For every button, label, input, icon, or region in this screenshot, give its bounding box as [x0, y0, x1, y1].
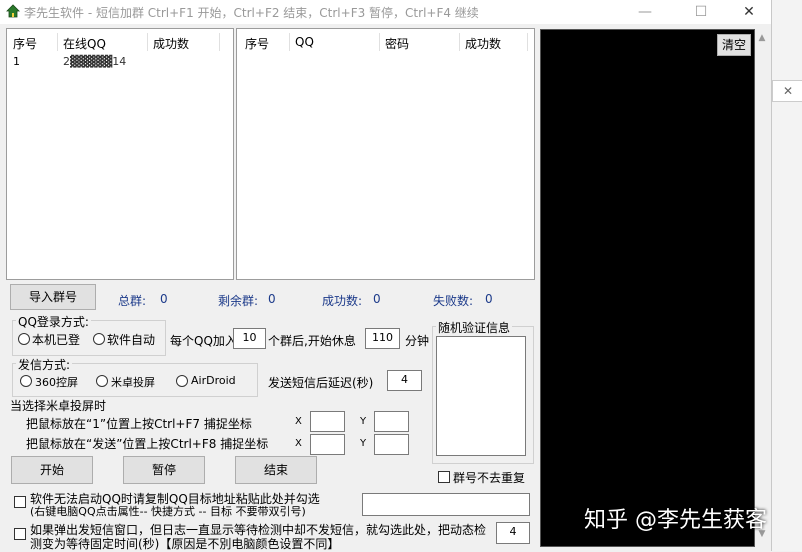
column-header[interactable]: 在线QQ — [63, 35, 106, 52]
app-window: 李先生软件 - 短信加群 Ctrl+F1 开始，Ctrl+F2 结束，Ctrl+… — [0, 0, 772, 551]
minimize-button[interactable]: — — [630, 2, 660, 22]
success-count-value: 0 — [373, 292, 381, 306]
column-divider — [57, 33, 58, 51]
delay-input[interactable]: 4 — [387, 370, 422, 391]
qq-path-input[interactable] — [362, 493, 530, 516]
column-header[interactable]: 密码 — [385, 35, 409, 52]
column-header[interactable]: 序号 — [245, 35, 269, 52]
x1-input[interactable] — [310, 411, 345, 432]
scrollbar[interactable]: ▲ ▼ — [755, 29, 769, 545]
total-groups-label: 总群: — [118, 294, 147, 308]
qq-path-checkbox[interactable] — [14, 496, 26, 508]
per-qq-label: 每个QQ加入 — [170, 334, 237, 348]
minutes-unit: 分钟 — [405, 334, 430, 348]
chevron-up-icon[interactable]: ▲ — [757, 33, 767, 43]
radio-label[interactable]: AirDroid — [191, 374, 236, 387]
column-header[interactable]: 成功数 — [153, 35, 189, 52]
mirror-line2: 把鼠标放在“发送”位置上按Ctrl+F8 捕捉坐标 — [26, 437, 269, 451]
fail-count-value: 0 — [485, 292, 493, 306]
column-divider — [289, 33, 290, 51]
fixed-wait-label-line2: 测变为等待固定时间(秒)【原因是不別电脑颜色设置不同】 — [30, 537, 340, 551]
window-title: 李先生软件 - 短信加群 Ctrl+F1 开始，Ctrl+F2 结束，Ctrl+… — [24, 6, 479, 20]
radio-local-logged[interactable] — [18, 333, 30, 345]
maximize-button[interactable]: ☐ — [686, 2, 716, 22]
online-qq-table[interactable]: 序号 在线QQ 成功数 1 2▓▓▓▓▓14 — [6, 28, 234, 280]
total-groups-value: 0 — [160, 292, 168, 306]
radio-airdroid[interactable] — [176, 375, 188, 387]
column-header[interactable]: QQ — [295, 35, 314, 49]
pause-button[interactable]: 暂停 — [123, 456, 205, 484]
radio-auto-login[interactable] — [93, 333, 105, 345]
x2-input[interactable] — [310, 434, 345, 455]
column-header[interactable]: 序号 — [13, 35, 37, 52]
x2-label: X — [295, 438, 302, 449]
random-verify-textarea[interactable] — [436, 336, 526, 456]
log-panel[interactable]: 清空 — [540, 29, 755, 547]
x1-label: X — [295, 416, 302, 427]
radio-label[interactable]: 软件自动 — [107, 331, 155, 348]
no-dedupe-label[interactable]: 群号不去重复 — [453, 469, 525, 486]
column-divider — [379, 33, 380, 51]
remaining-groups-label: 剩余群: — [218, 294, 259, 308]
mirror-heading: 当选择米卓投屏时 — [10, 399, 107, 413]
column-header[interactable]: 成功数 — [465, 35, 501, 52]
mirror-line1: 把鼠标放在“1”位置上按Ctrl+F7 捕捉坐标 — [26, 417, 252, 431]
radio-mizhuo[interactable] — [96, 375, 108, 387]
success-count-label: 成功数: — [322, 294, 363, 308]
table-row[interactable]: 1 2▓▓▓▓▓14 — [7, 51, 233, 68]
watermark: 知乎 @李先生获客 — [584, 508, 767, 533]
close-icon[interactable]: ✕ — [772, 80, 802, 102]
stop-button[interactable]: 结束 — [235, 456, 317, 484]
login-mode-legend: QQ登录方式: — [16, 313, 91, 330]
clear-button[interactable]: 清空 — [717, 34, 751, 56]
row-index: 1 — [13, 55, 20, 68]
column-divider — [219, 33, 220, 51]
qq-path-label-line2: (右键电脑QQ点击属性-- 快捷方式 -- 目标 不要带双引号) — [30, 505, 306, 518]
fail-count-label: 失败数: — [433, 294, 474, 308]
y2-input[interactable] — [374, 434, 409, 455]
y2-label: Y — [360, 438, 367, 449]
y1-input[interactable] — [374, 411, 409, 432]
radio-label[interactable]: 米卓投屏 — [111, 374, 155, 390]
qq-account-table[interactable]: 序号 QQ 密码 成功数 — [236, 28, 535, 280]
row-qq: 2▓▓▓▓▓14 — [63, 55, 127, 68]
column-divider — [527, 33, 528, 51]
y1-label: Y — [360, 416, 367, 427]
radio-label[interactable]: 本机已登 — [32, 331, 80, 348]
start-button[interactable]: 开始 — [11, 456, 93, 484]
column-divider — [459, 33, 460, 51]
rest-minutes-input[interactable]: 110 — [365, 328, 400, 349]
fixed-wait-input[interactable]: 4 — [496, 522, 530, 544]
per-qq-count-input[interactable]: 10 — [233, 328, 266, 349]
radio-360[interactable] — [20, 375, 32, 387]
random-verify-legend: 随机验证信息 — [436, 319, 513, 336]
column-divider — [147, 33, 148, 51]
delay-label: 发送短信后延迟(秒) — [268, 376, 374, 390]
rest-label: 个群后,开始休息 — [268, 334, 356, 348]
radio-label[interactable]: 360控屏 — [35, 374, 78, 390]
remaining-groups-value: 0 — [268, 292, 276, 306]
home-icon — [6, 4, 20, 18]
title-bar: 李先生软件 - 短信加群 Ctrl+F1 开始，Ctrl+F2 结束，Ctrl+… — [0, 0, 771, 24]
import-groups-button[interactable]: 导入群号 — [10, 284, 96, 310]
fixed-wait-checkbox[interactable] — [14, 528, 26, 540]
close-button[interactable]: ✕ — [734, 2, 764, 22]
send-mode-legend: 发信方式: — [16, 356, 73, 373]
no-dedupe-checkbox[interactable] — [438, 471, 450, 483]
